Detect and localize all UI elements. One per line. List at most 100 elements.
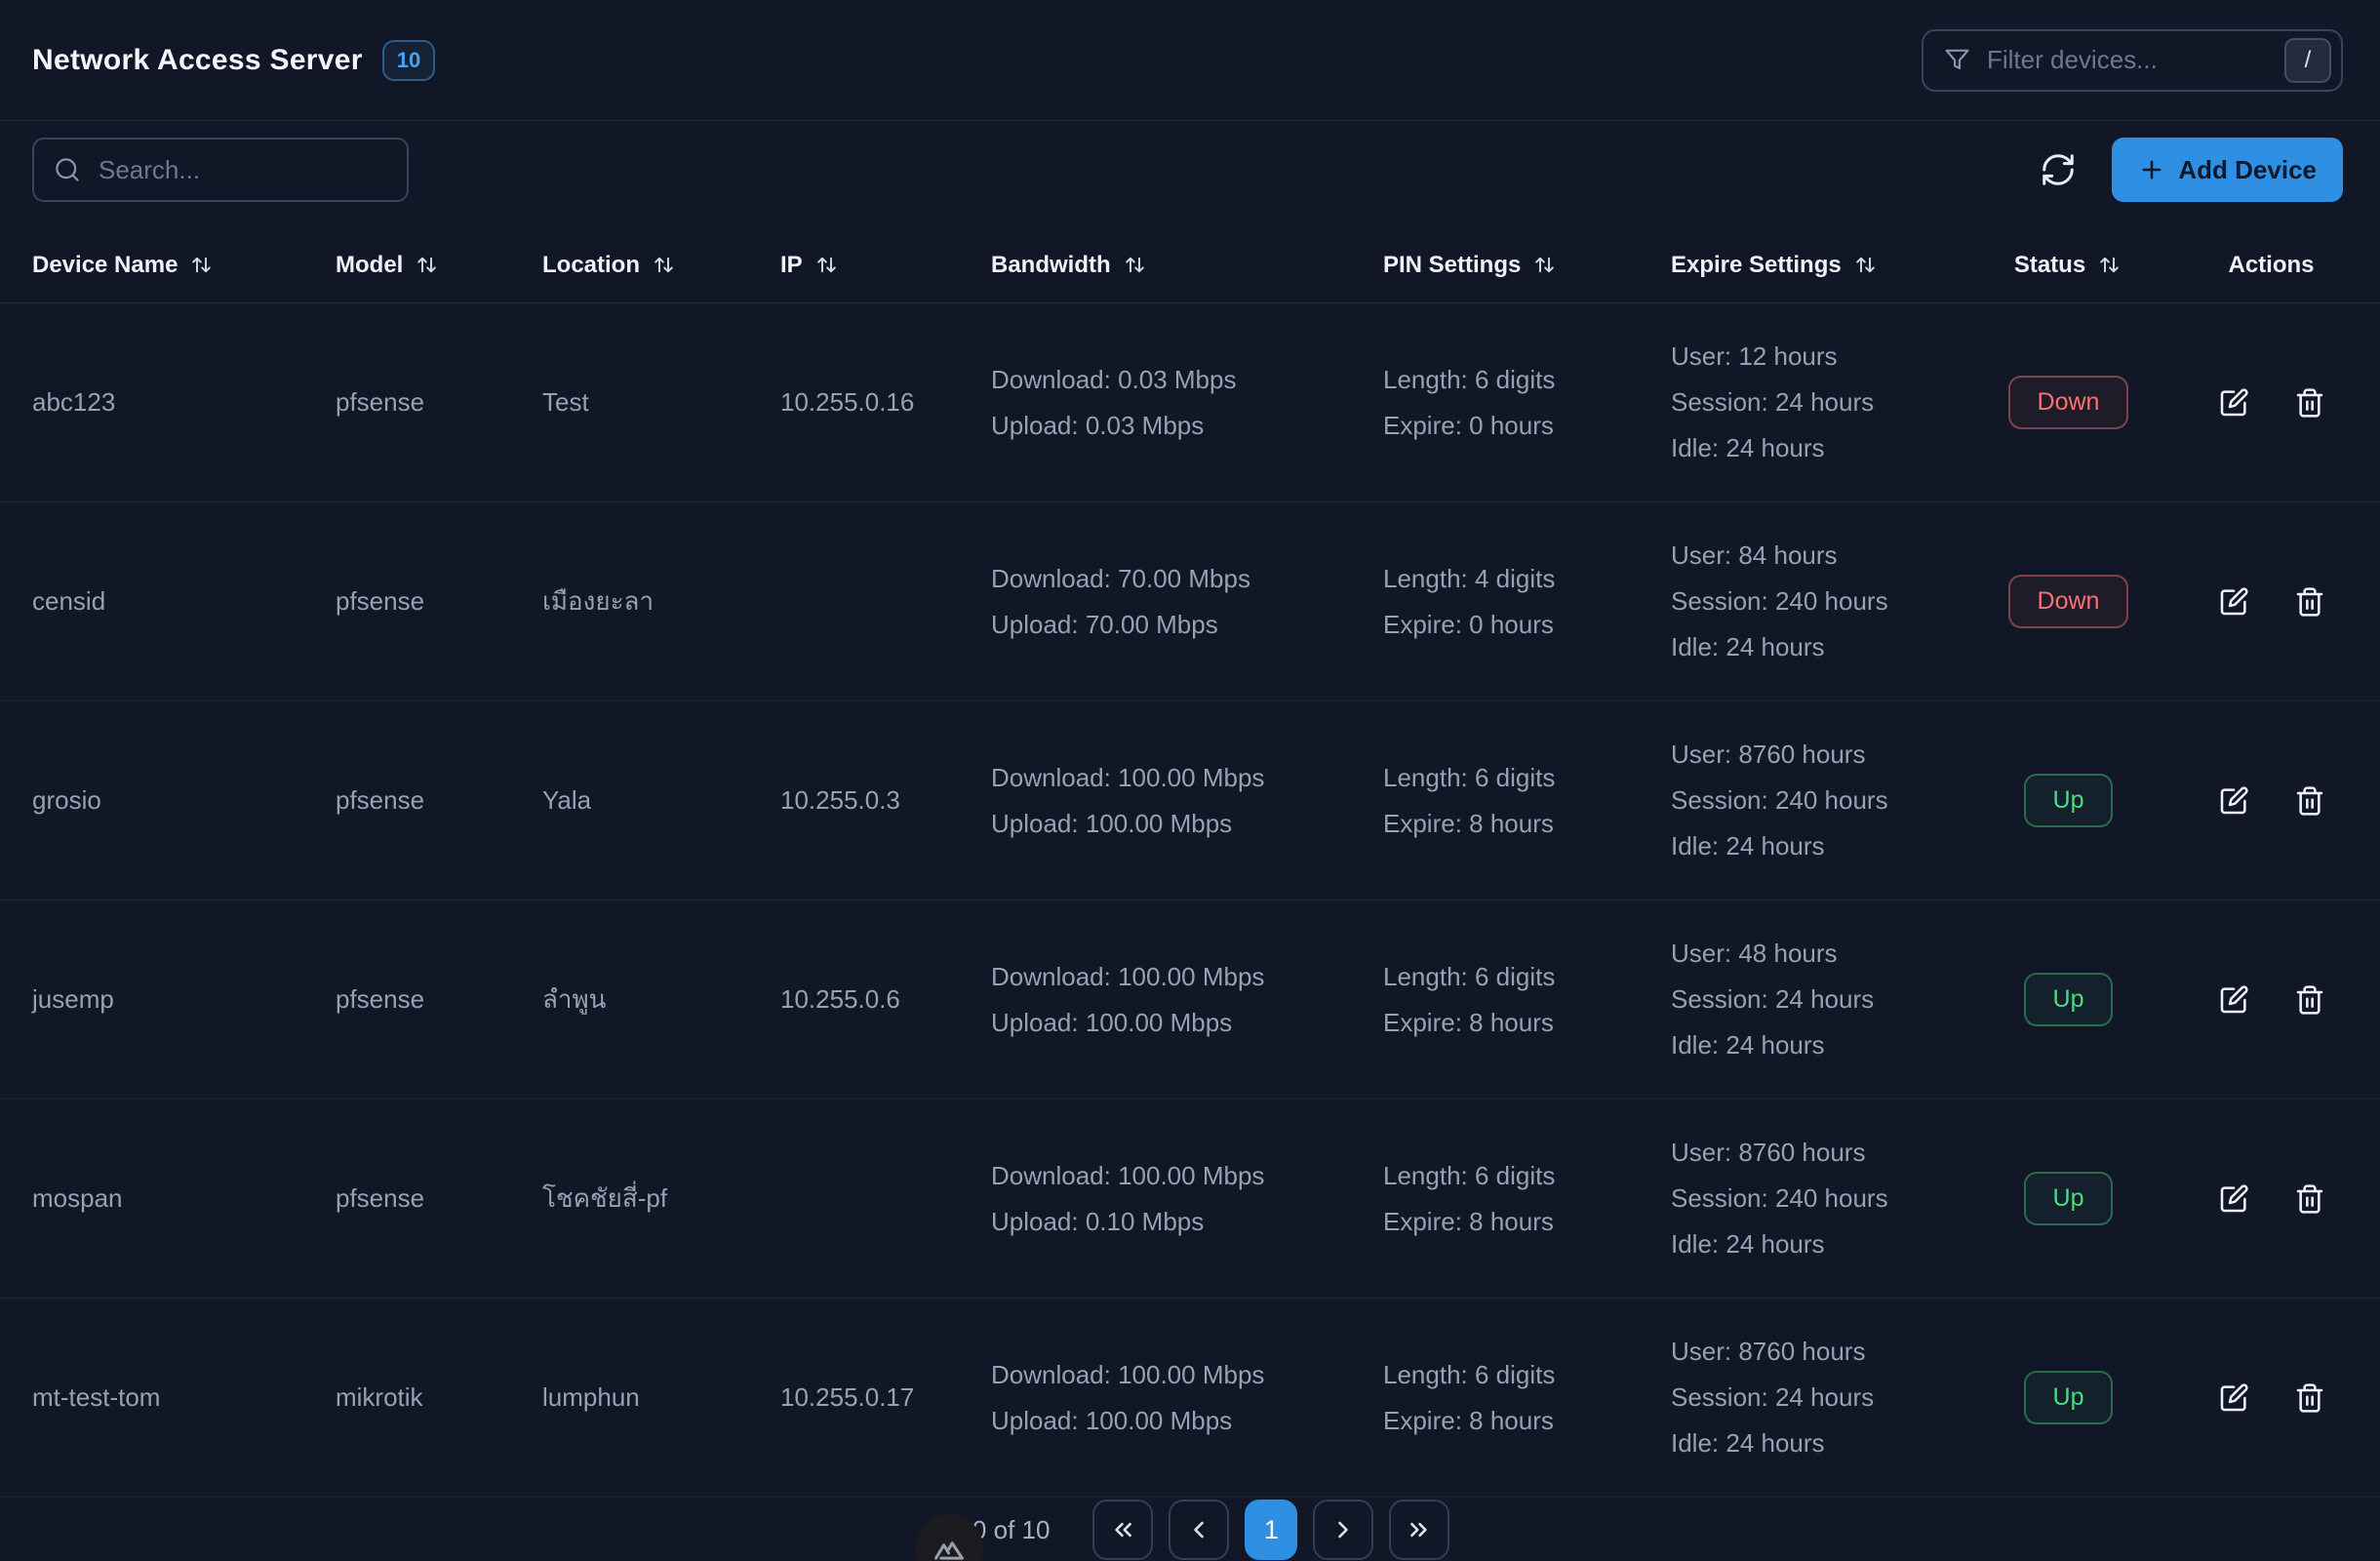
sort-arrows-icon [813,252,840,278]
table-header-row: Device Name Model Location IP Bandwidth … [0,227,2380,303]
table-row: mospan pfsense โชคชัยสี่-pf Download: 10… [0,1100,2380,1299]
bandwidth-cell: Download: 70.00 Mbps Upload: 70.00 Mbps [991,564,1383,640]
column-header-model[interactable]: Model [336,252,542,279]
expire-settings-cell: User: 84 hours Session: 240 hours Idle: … [1671,540,1964,662]
edit-pencil-square-icon [2218,586,2249,618]
search-field[interactable] [32,138,409,202]
page-title: Network Access Server [32,44,363,77]
edit-button[interactable] [2216,982,2251,1018]
bandwidth-cell: Download: 100.00 Mbps Upload: 100.00 Mbp… [991,1360,1383,1436]
funnel-icon [1943,46,1971,74]
sort-arrows-icon [651,252,677,278]
pin-settings-cell: Length: 6 digits Expire: 8 hours [1383,1161,1671,1237]
column-header-ip[interactable]: IP [780,252,991,279]
model-cell: pfsense [336,785,542,816]
edit-pencil-square-icon [2218,785,2249,817]
status-cell: Up [2024,973,2114,1026]
bandwidth-cell: Download: 100.00 Mbps Upload: 100.00 Mbp… [991,962,1383,1038]
ip-cell: 10.255.0.3 [780,785,991,816]
sort-arrows-icon [1852,252,1879,278]
edit-button[interactable] [2216,1181,2251,1217]
expire-settings-cell: User: 8760 hours Session: 24 hours Idle:… [1671,1337,1964,1459]
column-header-location[interactable]: Location [542,252,780,279]
column-header-expire-settings[interactable]: Expire Settings [1671,252,1964,279]
model-cell: pfsense [336,984,542,1015]
column-header-device-name[interactable]: Device Name [32,252,336,279]
status-cell: Down [2008,575,2129,628]
chevrons-left-icon [1109,1516,1136,1543]
device-count-badge: 10 [382,40,435,81]
refresh-button[interactable] [2034,145,2082,194]
toolbar: Add Device [0,121,2380,202]
edit-button[interactable] [2216,1381,2251,1416]
delete-button[interactable] [2292,385,2327,420]
sort-arrows-icon [2096,252,2122,278]
status-cell: Down [2008,376,2129,429]
last-page-button[interactable] [1389,1500,1449,1560]
delete-button[interactable] [2292,584,2327,620]
edit-button[interactable] [2216,385,2251,420]
location-cell: Yala [542,785,780,816]
chevron-right-icon [1329,1516,1357,1543]
add-device-label: Add Device [2178,155,2317,185]
delete-button[interactable] [2292,1181,2327,1217]
status-cell: Up [2024,1172,2114,1225]
location-cell: lumphun [542,1382,780,1413]
device-name-cell: grosio [32,785,336,816]
pin-settings-cell: Length: 6 digits Expire: 8 hours [1383,962,1671,1038]
column-header-bandwidth[interactable]: Bandwidth [991,252,1383,279]
mountain-logo-icon [931,1533,968,1561]
table-row: mt-test-tom mikrotik lumphun 10.255.0.17… [0,1299,2380,1498]
sort-arrows-icon [188,252,215,278]
expire-settings-cell: User: 48 hours Session: 24 hours Idle: 2… [1671,939,1964,1061]
actions-cell [2173,584,2369,620]
top-bar: Network Access Server 10 / [0,0,2380,121]
pin-settings-cell: Length: 6 digits Expire: 8 hours [1383,763,1671,839]
table-row: abc123 pfsense Test 10.255.0.16 Download… [0,303,2380,502]
location-cell: Test [542,387,780,418]
location-cell: โชคชัยสี่-pf [542,1179,780,1219]
pin-settings-cell: Length: 6 digits Expire: 0 hours [1383,365,1671,441]
edit-pencil-square-icon [2218,984,2249,1016]
actions-cell [2173,783,2369,819]
trash-icon [2294,1183,2325,1215]
page-1-button[interactable]: 1 [1245,1500,1297,1560]
trash-icon [2294,387,2325,419]
status-cell: Up [2024,774,2114,827]
actions-cell [2173,1381,2369,1416]
model-cell: pfsense [336,387,542,418]
edit-pencil-square-icon [2218,387,2249,419]
status-badge: Up [2024,1371,2114,1424]
trash-icon [2294,1382,2325,1414]
network-access-server-page: Network Access Server 10 / Add Device De [0,0,2380,1561]
column-header-status[interactable]: Status [1964,252,2173,279]
actions-cell [2173,982,2369,1018]
location-cell: ลำพูน [542,980,780,1020]
device-name-cell: jusemp [32,984,336,1015]
actions-cell [2173,1181,2369,1217]
status-badge: Up [2024,973,2114,1026]
next-page-button[interactable] [1313,1500,1373,1560]
delete-button[interactable] [2292,982,2327,1018]
status-badge: Up [2024,774,2114,827]
delete-button[interactable] [2292,1381,2327,1416]
device-name-cell: censid [32,586,336,617]
previous-page-button[interactable] [1169,1500,1229,1560]
bandwidth-cell: Download: 100.00 Mbps Upload: 0.10 Mbps [991,1161,1383,1237]
refresh-icon [2040,151,2077,188]
filter-devices-input[interactable] [1987,45,2269,75]
column-header-pin-settings[interactable]: PIN Settings [1383,252,1671,279]
search-input[interactable] [99,155,388,185]
edit-button[interactable] [2216,584,2251,620]
delete-button[interactable] [2292,783,2327,819]
expire-settings-cell: User: 8760 hours Session: 240 hours Idle… [1671,740,1964,861]
add-device-button[interactable]: Add Device [2112,138,2343,202]
first-page-button[interactable] [1092,1500,1153,1560]
chevrons-right-icon [1406,1516,1433,1543]
filter-devices-field[interactable]: / [1922,29,2343,92]
bandwidth-cell: Download: 0.03 Mbps Upload: 0.03 Mbps [991,365,1383,441]
trash-icon [2294,586,2325,618]
ip-cell: 10.255.0.6 [780,984,991,1015]
search-icon [53,155,82,184]
edit-button[interactable] [2216,783,2251,819]
